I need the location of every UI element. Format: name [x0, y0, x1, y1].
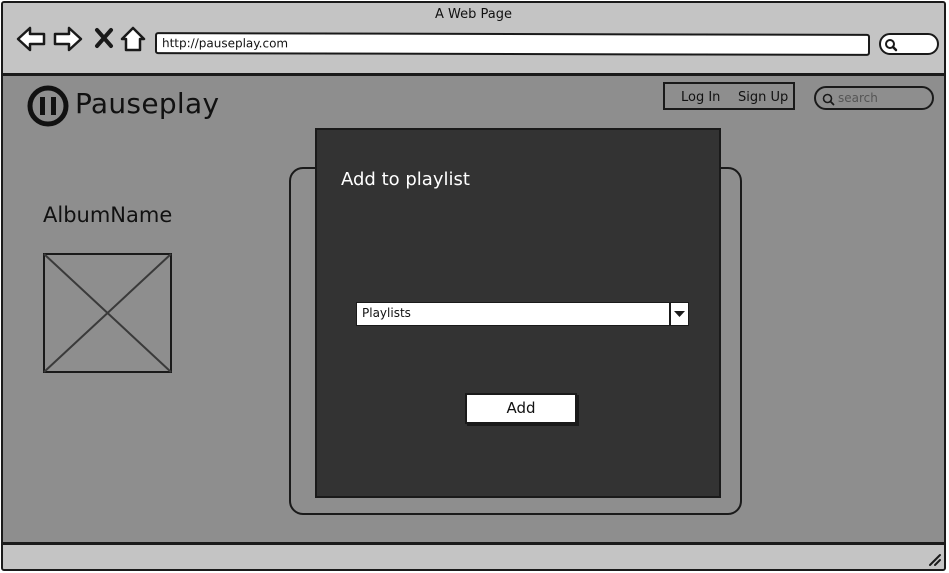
browser-titlebar: A Web Page http://pauseplay.com: [3, 3, 944, 76]
image-placeholder-icon: [43, 253, 172, 373]
search-icon: [885, 39, 898, 52]
address-bar[interactable]: http://pauseplay.com: [154, 32, 871, 56]
site-search-input[interactable]: search: [814, 86, 934, 110]
brand-name[interactable]: Pauseplay: [75, 87, 219, 120]
forward-arrow-icon[interactable]: [52, 25, 84, 53]
auth-links: Log In Sign Up: [663, 82, 795, 110]
playlist-select[interactable]: Playlists: [356, 302, 689, 326]
close-x-icon[interactable]: [93, 25, 115, 51]
search-icon: [822, 93, 835, 106]
window-title: A Web Page: [435, 7, 512, 22]
playlist-select-value: Playlists: [362, 306, 411, 320]
pause-icon: [27, 85, 69, 127]
login-link[interactable]: Log In: [681, 90, 720, 105]
add-button[interactable]: Add: [465, 393, 577, 424]
chevron-down-icon: [674, 311, 685, 317]
browser-search-field[interactable]: [879, 33, 939, 55]
back-arrow-icon[interactable]: [15, 25, 47, 53]
signup-link[interactable]: Sign Up: [738, 90, 788, 105]
home-icon[interactable]: [119, 25, 147, 53]
browser-window: A Web Page http://pauseplay.com Pausepla…: [1, 1, 946, 571]
add-to-playlist-dialog: Add to playlist Playlists Add: [315, 128, 721, 498]
resize-grip-icon[interactable]: [926, 551, 942, 567]
dialog-title: Add to playlist: [341, 169, 470, 190]
album-name: AlbumName: [43, 203, 173, 227]
select-dropdown-button[interactable]: [669, 303, 688, 325]
search-placeholder: search: [838, 91, 878, 105]
browser-statusbar: [3, 542, 944, 569]
